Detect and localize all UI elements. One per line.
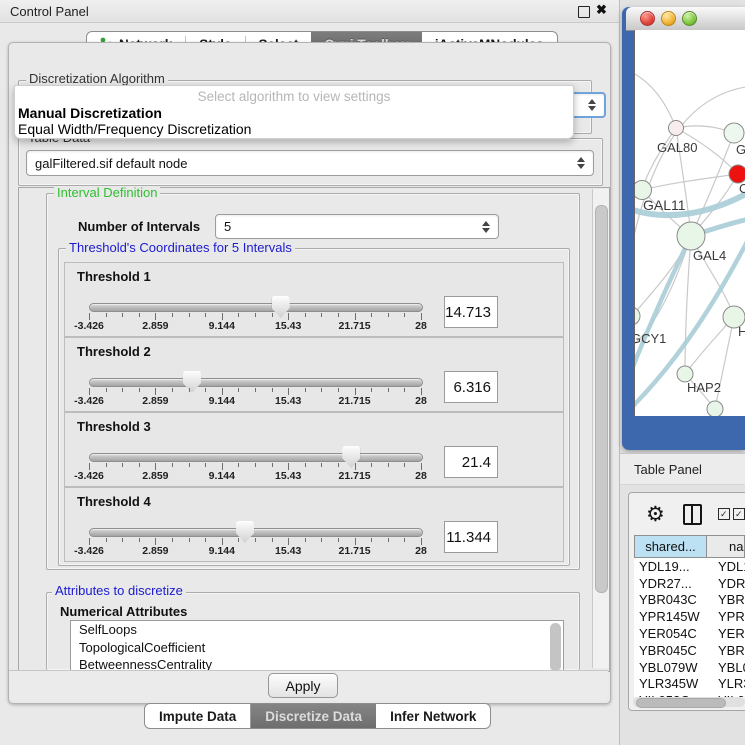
slider-scale-labels: -3.4262.8599.14415.4321.71528	[89, 470, 421, 482]
float-window-icon[interactable]	[578, 6, 590, 18]
network-graph: GAL80 G C GAL11 GAL4 H GCY1 HAP2	[635, 30, 745, 416]
network-window-titlebar	[626, 7, 745, 31]
checkbox-icon: ✓	[718, 508, 730, 520]
algorithm-dropdown-popup: Select algorithm to view settings Manual…	[14, 85, 574, 139]
node-label-gcy1: GCY1	[635, 331, 666, 346]
table-row[interactable]: YER054CYER0	[634, 625, 745, 642]
table-row[interactable]: YBR045CYBR0	[634, 642, 745, 659]
control-panel-window: Control Panel ✖ Network Style Select Cyn…	[0, 0, 620, 745]
threshold-4-label: Threshold 4	[77, 494, 151, 509]
numerical-attributes-label: Numerical Attributes	[60, 604, 187, 619]
threshold-4-panel: Threshold 4 -3.4262.8599.14415.4321.7152…	[64, 487, 564, 562]
threshold-3-slider-track[interactable]	[89, 453, 423, 462]
table-row[interactable]: YDR27...YDR2	[634, 575, 745, 592]
node-label-gal80: GAL80	[657, 140, 697, 155]
threshold-2-panel: Threshold 2 -3.4262.8599.14415.4321.7152…	[64, 337, 564, 412]
checkbox-icon: ✓	[733, 508, 745, 520]
dropdown-option-equal-width-frequency[interactable]: Equal Width/Frequency Discretization	[18, 121, 251, 137]
network-node[interactable]	[635, 307, 640, 325]
list-item[interactable]: TopologicalCoefficient	[71, 639, 563, 657]
table-horizontal-scrollbar[interactable]	[633, 697, 745, 707]
stepper-arrows-icon	[577, 157, 585, 169]
table-header-row: shared... na	[634, 535, 745, 558]
column-header-name[interactable]: na	[707, 535, 745, 558]
window-title: Control Panel	[10, 4, 89, 19]
close-traffic-light-icon[interactable]	[640, 11, 655, 26]
tab-discretize-data[interactable]: Discretize Data	[251, 704, 376, 728]
thresholds-group-label: Threshold's Coordinates for 5 Intervals	[66, 241, 295, 255]
table-row[interactable]: YPR145WYPR1	[634, 608, 745, 625]
table-panel-title: Table Panel	[634, 462, 702, 477]
node-label-hap2: HAP2	[687, 380, 721, 395]
node-label-partial-c: C	[739, 181, 745, 196]
stepper-arrows-icon	[482, 221, 490, 233]
threshold-1-slider-track[interactable]	[89, 303, 423, 312]
node-label-partial-g: G	[736, 142, 745, 157]
gear-icon[interactable]: ⚙	[646, 504, 665, 524]
table-panel-toolbar: ⚙ ✓ ✓	[628, 497, 745, 531]
dropdown-option-manual-discretization[interactable]: Manual Discretization	[18, 105, 162, 121]
threshold-1-panel: Threshold 1 -3.4262.8599.14415.4321.7152…	[64, 262, 564, 337]
network-node-gal4[interactable]	[677, 222, 705, 250]
slider-scale-labels: -3.4262.8599.14415.4321.71528	[89, 395, 421, 407]
slider-scale-labels: -3.4262.8599.14415.4321.71528	[89, 545, 421, 557]
dropdown-hint: Select algorithm to view settings	[15, 89, 573, 104]
node-table: shared... na YDL19...YDL1YDR27...YDR2YBR…	[634, 535, 745, 697]
tab-infer-network[interactable]: Infer Network	[376, 704, 490, 728]
threshold-4-slider-track[interactable]	[89, 528, 423, 537]
table-data-combobox[interactable]: galFiltered.sif default node	[26, 150, 594, 176]
threshold-3-value-field[interactable]: 21.4	[444, 446, 498, 478]
split-columns-icon[interactable]	[683, 504, 702, 525]
interval-definition-label: Interval Definition	[54, 186, 160, 200]
zoom-traffic-light-icon[interactable]	[682, 11, 697, 26]
network-node[interactable]	[724, 123, 744, 143]
node-label-gal11: GAL11	[643, 197, 686, 213]
threshold-3-label: Threshold 3	[77, 419, 151, 434]
algorithm-group-label: Discretization Algorithm	[26, 72, 168, 86]
column-header-shared-name[interactable]: shared...	[634, 535, 707, 558]
stepper-arrows-icon	[588, 99, 596, 111]
num-intervals-value: 5	[224, 219, 231, 234]
table-row[interactable]: YBR043CYBR0	[634, 592, 745, 609]
checkbox-icons[interactable]: ✓ ✓	[718, 508, 745, 520]
table-row[interactable]: YBL079WYBL0	[634, 659, 745, 676]
node-label-gal4: GAL4	[693, 248, 726, 263]
table-data-value: galFiltered.sif default node	[35, 156, 187, 171]
tab-impute-data[interactable]: Impute Data	[145, 704, 250, 728]
threshold-3-panel: Threshold 3 -3.4262.8599.14415.4321.7152…	[64, 412, 564, 487]
apply-button[interactable]: Apply	[268, 673, 338, 698]
list-item[interactable]: SelfLoops	[71, 621, 563, 639]
table-rows: YDL19...YDL1YDR27...YDR2YBR043CYBR0YPR14…	[634, 558, 745, 697]
network-canvas[interactable]: GAL80 G C GAL11 GAL4 H GCY1 HAP2	[634, 30, 745, 416]
threshold-4-value-field[interactable]: 11.344	[444, 521, 498, 553]
table-row[interactable]: YLR345WYLR3	[634, 676, 745, 693]
threshold-1-value-field[interactable]: 14.713	[444, 296, 498, 328]
table-row[interactable]: YDL19...YDL1	[634, 558, 745, 575]
num-intervals-combobox[interactable]: 5	[215, 214, 499, 239]
minimize-traffic-light-icon[interactable]	[661, 11, 676, 26]
network-node[interactable]	[707, 401, 723, 416]
attributes-group-label: Attributes to discretize	[52, 584, 186, 598]
slider-scale-labels: -3.4262.8599.14415.4321.71528	[89, 320, 421, 332]
close-icon[interactable]: ✖	[596, 2, 607, 18]
bottom-tabbar: Impute Data Discretize Data Infer Networ…	[144, 703, 491, 729]
node-label-partial-h: H	[738, 324, 745, 339]
num-intervals-label: Number of Intervals	[78, 219, 200, 234]
network-node[interactable]	[669, 121, 684, 136]
threshold-1-label: Threshold 1	[77, 269, 151, 284]
threshold-2-value-field[interactable]: 6.316	[444, 371, 498, 403]
table-panel-titlebar: Table Panel	[620, 453, 745, 485]
threshold-2-label: Threshold 2	[77, 344, 151, 359]
threshold-2-slider-track[interactable]	[89, 378, 423, 387]
settings-vertical-scrollbar[interactable]	[592, 189, 609, 668]
control-panel-titlebar: Control Panel	[0, 0, 619, 23]
